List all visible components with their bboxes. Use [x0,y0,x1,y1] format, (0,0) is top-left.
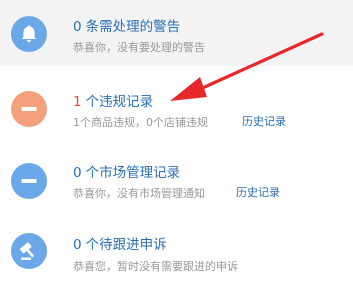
violation-history-link[interactable]: 历史记录 [242,113,286,129]
bell-icon [21,25,37,43]
appeal-subtext: 恭喜您，暂时没有需要跟进的申诉 [73,260,238,273]
warning-subtext: 恭喜你，没有要处理的警告 [73,41,205,54]
warning-row[interactable]: 0 条需处理的警告 恭喜你，没有要处理的警告 [0,0,353,66]
minus-circle-icon-badge-blue [11,163,47,199]
appeal-title-text: 个待跟进申诉 [85,237,167,253]
market-record-title-text: 个市场管理记录 [85,165,181,181]
gavel-icon-badge [11,233,47,269]
gavel-icon [19,242,35,260]
market-record-subtext: 恭喜你，没有市场管理通知 [73,187,205,200]
warning-title[interactable]: 0 条需处理的警告 [73,15,180,35]
appeal-row[interactable]: 0 个待跟进申诉 恭喜您，暂时没有需要跟进的申诉 [0,218,353,281]
violation-title[interactable]: 1 个违规记录 [73,90,153,110]
appeal-count: 0 [73,237,82,253]
market-record-title[interactable]: 0 个市场管理记录 [73,161,180,181]
notification-panel: 0 条需处理的警告 恭喜你，没有要处理的警告 1 个违规记录 1个商品违规，0个店铺… [0,0,353,281]
minus-circle-icon [21,107,37,111]
violation-count: 1 [73,94,82,110]
appeal-title[interactable]: 0 个待跟进申诉 [73,233,167,253]
violation-subtext: 1个商品违规，0个店铺违规 [73,116,208,129]
minus-circle-icon-badge [11,91,47,127]
warning-title-text: 条需处理的警告 [85,19,181,35]
market-record-count: 0 [73,165,82,181]
market-record-row[interactable]: 0 个市场管理记录 恭喜你，没有市场管理通知 历史记录 [0,145,353,215]
violation-row[interactable]: 1 个违规记录 1个商品违规，0个店铺违规 历史记录 [0,73,353,143]
violation-title-text: 个违规记录 [85,94,154,110]
market-history-link[interactable]: 历史记录 [236,184,280,200]
minus-circle-icon [21,179,37,183]
bell-icon-badge [11,16,47,52]
warning-count: 0 [73,19,82,35]
